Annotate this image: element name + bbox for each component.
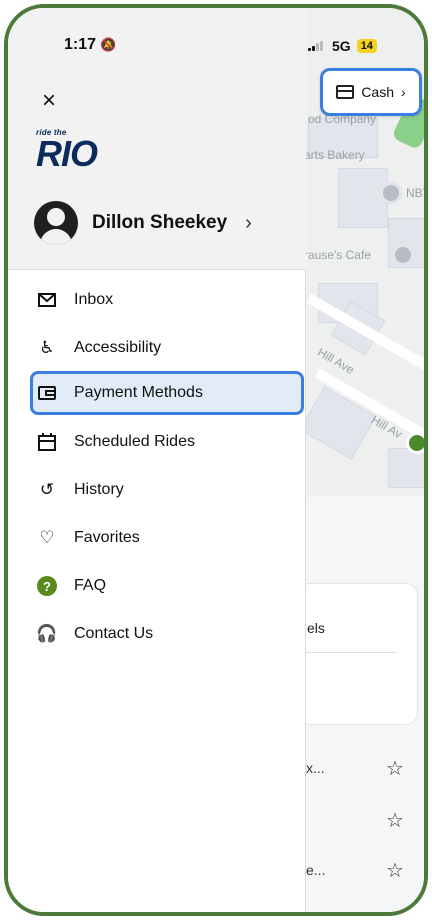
favorite-row-label[interactable]: x... — [306, 760, 325, 776]
profile-name: Dillon Sheekey — [92, 212, 228, 233]
credit-card-icon — [336, 85, 355, 99]
logo-name: RIO — [36, 133, 98, 174]
star-icon[interactable]: ☆ — [384, 860, 406, 882]
phone-frame: od Company arts Bakery NBT rause's Cafe … — [4, 4, 428, 916]
menu-item-payment-methods[interactable]: Payment Methods — [30, 371, 304, 415]
menu-item-label: Favorites — [74, 529, 140, 546]
payment-method-label: Cash — [361, 84, 394, 100]
headset-icon: 🎧 — [36, 624, 58, 643]
status-time: 1:17 🔕 — [64, 36, 116, 54]
profile-link[interactable]: Dillon Sheekey › — [34, 201, 252, 245]
heart-icon: ♡ — [39, 528, 55, 547]
avatar-icon — [34, 201, 78, 245]
accessibility-icon: ♿ — [39, 338, 55, 357]
destination-card-text: els — [307, 620, 325, 636]
map-label: arts Bakery — [304, 148, 365, 162]
payment-method-button[interactable]: Cash › — [320, 68, 422, 116]
wallet-icon — [36, 382, 58, 404]
help-icon: ? — [36, 575, 58, 597]
navigation-drawer: 1:17 🔕 × ride the RIO Dillon Sheekey › I… — [8, 8, 306, 912]
mail-icon — [36, 289, 58, 311]
menu-item-history[interactable]: ↺ History — [30, 468, 302, 512]
history-icon: ↺ — [39, 480, 55, 499]
menu-item-label: Payment Methods — [74, 384, 203, 401]
menu-item-label: Accessibility — [74, 339, 162, 356]
menu-item-label: History — [74, 481, 124, 498]
battery-icon: 14 — [356, 39, 377, 53]
menu-item-faq[interactable]: ? FAQ — [30, 564, 302, 608]
menu-item-favorites[interactable]: ♡ Favorites — [30, 516, 302, 560]
map-label: rause's Cafe — [304, 248, 371, 262]
menu-item-label: Scheduled Rides — [74, 433, 195, 450]
menu-item-scheduled-rides[interactable]: Scheduled Rides — [30, 420, 302, 464]
status-indicators: 5G 14 — [308, 38, 377, 54]
close-button[interactable]: × — [36, 88, 62, 114]
menu-item-label: Inbox — [74, 291, 114, 308]
network-label: 5G — [332, 38, 351, 54]
star-icon[interactable]: ☆ — [384, 758, 406, 780]
cafe-poi-icon[interactable] — [392, 244, 414, 266]
map-poi-icon[interactable] — [380, 182, 402, 204]
time-label: 1:17 — [64, 36, 97, 53]
star-icon[interactable]: ☆ — [384, 810, 406, 832]
destination-card[interactable]: els — [298, 583, 418, 725]
menu-item-label: Contact Us — [74, 625, 154, 642]
signal-icon — [308, 41, 326, 51]
menu-item-label: FAQ — [74, 577, 107, 594]
menu-item-accessibility[interactable]: ♿ Accessibility — [30, 326, 302, 370]
chevron-right-icon: › — [401, 84, 406, 100]
drawer-header: 1:17 🔕 × ride the RIO Dillon Sheekey › — [8, 8, 306, 270]
luggage-poi-icon[interactable] — [406, 432, 424, 454]
map-label: NBT — [406, 186, 428, 200]
ride-the-rio-logo: ride the RIO — [36, 128, 116, 178]
calendar-icon — [36, 431, 58, 453]
menu-item-contact-us[interactable]: 🎧 Contact Us — [30, 612, 302, 656]
chevron-right-icon: › — [245, 211, 252, 234]
favorite-row-label[interactable]: e... — [306, 862, 325, 878]
bell-off-icon: 🔕 — [100, 37, 117, 52]
menu-item-inbox[interactable]: Inbox — [30, 278, 302, 322]
